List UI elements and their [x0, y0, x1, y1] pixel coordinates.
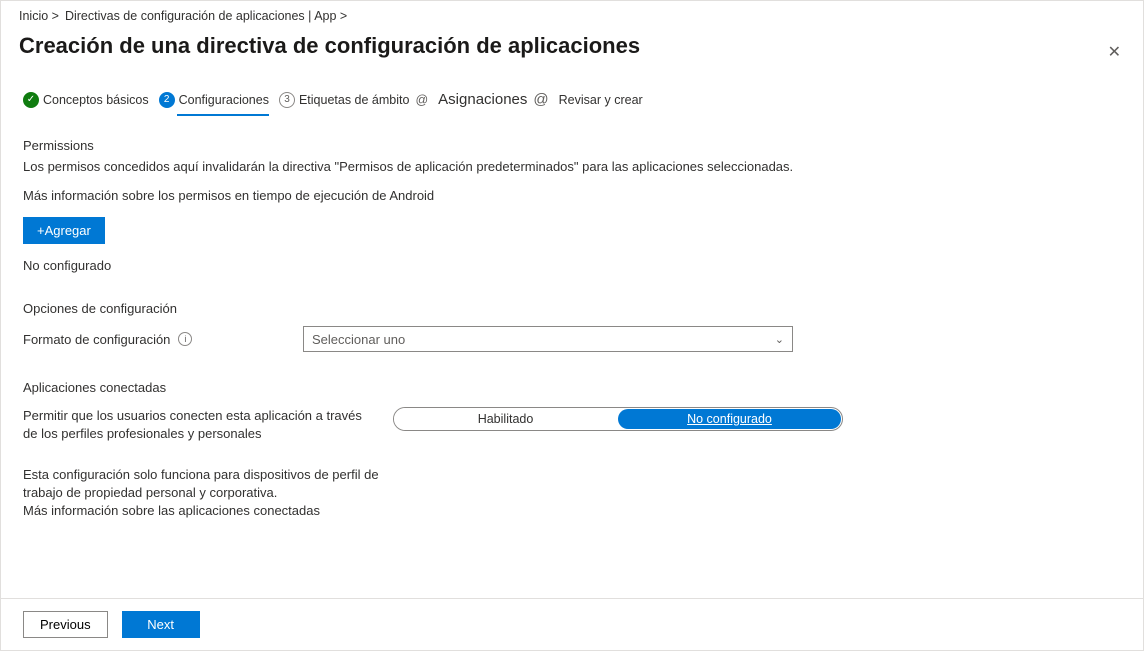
info-icon[interactable]: i [178, 332, 192, 346]
close-icon[interactable]: ✕ [1108, 45, 1121, 61]
permissions-status: No configurado [23, 258, 1121, 273]
connected-label: Permitir que los usuarios conecten esta … [23, 407, 393, 442]
check-icon: ✓ [23, 92, 39, 108]
previous-button[interactable]: Previous [23, 611, 108, 638]
breadcrumb: Inicio > Directivas de configuración de … [1, 1, 1143, 23]
config-format-label: Formato de configuración [23, 332, 170, 347]
tab-review-label: Revisar y crear [559, 93, 643, 107]
connected-toggle: Habilitado No configurado [393, 407, 843, 431]
tab-assignments[interactable]: Asignaciones @ [438, 91, 548, 114]
main-content: Permissions Los permisos concedidos aquí… [1, 122, 1143, 521]
permissions-desc: Los permisos concedidos aquí invalidarán… [23, 159, 1121, 174]
connected-heading: Aplicaciones conectadas [23, 380, 1121, 395]
tab-assignments-suffix: @ [533, 91, 548, 108]
wizard-tabs: ✓ Conceptos básicos 2 Configuraciones 3 … [1, 77, 1143, 122]
next-button[interactable]: Next [122, 611, 200, 638]
tab-settings-label: Configuraciones [179, 93, 269, 107]
select-placeholder: Seleccionar uno [312, 332, 405, 347]
step-2-badge: 2 [159, 92, 175, 108]
tab-basics-label: Conceptos básicos [43, 93, 149, 107]
tab-scope-suffix: @ [415, 93, 428, 107]
page-title: Creación de una directiva de configuraci… [1, 23, 1143, 77]
wizard-footer: Previous Next [1, 598, 1143, 650]
connected-help: Esta configuración solo funciona para di… [23, 466, 383, 521]
connected-help-link[interactable]: Más información sobre las aplicaciones c… [23, 502, 383, 520]
tab-assignments-label: Asignaciones [438, 91, 527, 108]
add-button[interactable]: +Agregar [23, 217, 105, 244]
connected-help-line1: Esta configuración solo funciona para di… [23, 466, 383, 502]
breadcrumb-home[interactable]: Inicio > [19, 9, 59, 23]
config-heading: Opciones de configuración [23, 301, 1121, 316]
chevron-down-icon: ⌄ [775, 333, 784, 346]
tab-settings[interactable]: 2 Configuraciones [159, 92, 269, 114]
toggle-not-configured[interactable]: No configurado [618, 409, 841, 429]
permissions-heading: Permissions [23, 138, 1121, 153]
toggle-enabled[interactable]: Habilitado [394, 408, 617, 430]
permissions-more-link[interactable]: Más información sobre los permisos en ti… [23, 188, 1121, 203]
config-format-select[interactable]: Seleccionar uno ⌄ [303, 326, 793, 352]
tab-scope-tags[interactable]: 3 Etiquetas de ámbito @ [279, 92, 428, 114]
config-format-row: Formato de configuración i Seleccionar u… [23, 326, 1121, 352]
connected-row: Permitir que los usuarios conecten esta … [23, 407, 1121, 442]
step-3-badge: 3 [279, 92, 295, 108]
tab-scope-label: Etiquetas de ámbito [299, 93, 410, 107]
tab-review[interactable]: Revisar y crear [559, 93, 643, 113]
tab-basics[interactable]: ✓ Conceptos básicos [23, 92, 149, 114]
breadcrumb-path[interactable]: Directivas de configuración de aplicacio… [65, 9, 347, 23]
